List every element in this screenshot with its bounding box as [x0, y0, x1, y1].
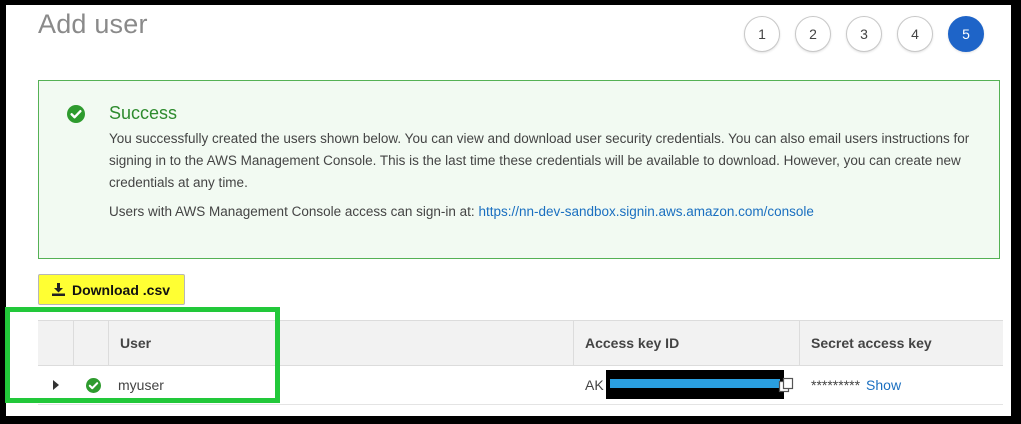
- check-circle-icon: [86, 378, 101, 393]
- step-3[interactable]: 3: [846, 16, 882, 52]
- signin-text: Users with AWS Management Console access…: [109, 204, 475, 219]
- success-message: You successfully created the users shown…: [109, 131, 970, 190]
- row-secret-cell: ********* Show: [811, 366, 901, 404]
- download-icon: [52, 283, 65, 296]
- header-access-key-id[interactable]: Access key ID: [573, 321, 679, 365]
- wizard-steps: 1 2 3 4 5: [744, 16, 984, 52]
- step-2[interactable]: 2: [795, 16, 831, 52]
- step-5[interactable]: 5: [948, 16, 984, 52]
- step-1[interactable]: 1: [744, 16, 780, 52]
- caret-right-icon[interactable]: [53, 380, 59, 390]
- download-csv-label: Download .csv: [72, 281, 171, 298]
- header-user[interactable]: User: [108, 321, 151, 365]
- download-csv-button[interactable]: Download .csv: [38, 274, 185, 305]
- signin-line: Users with AWS Management Console access…: [109, 204, 814, 219]
- success-title: Success: [109, 103, 178, 123]
- header-secret-access-key[interactable]: Secret access key: [799, 321, 932, 365]
- table-header: User Access key ID Secret access key: [38, 320, 1003, 366]
- redacted-access-key: [606, 370, 784, 399]
- row-user-name: myuser: [118, 377, 164, 393]
- row-access-key-prefix: AK: [585, 377, 604, 393]
- credentials-table: User Access key ID Secret access key myu…: [38, 320, 1003, 405]
- step-4[interactable]: 4: [897, 16, 933, 52]
- page-title: Add user: [38, 9, 148, 39]
- check-circle-icon: [67, 105, 85, 123]
- signin-url-link[interactable]: https://nn-dev-sandbox.signin.aws.amazon…: [478, 204, 813, 219]
- table-row: myuser AK ********* Show: [38, 366, 1003, 405]
- copy-icon[interactable]: [778, 377, 794, 393]
- success-alert: Success You successfully created the use…: [38, 80, 1000, 259]
- screenshot-frame: Add user 1 2 3 4 5 Success You successfu…: [6, 5, 1011, 416]
- row-secret-masked: *********: [811, 377, 861, 393]
- show-secret-link[interactable]: Show: [866, 377, 901, 393]
